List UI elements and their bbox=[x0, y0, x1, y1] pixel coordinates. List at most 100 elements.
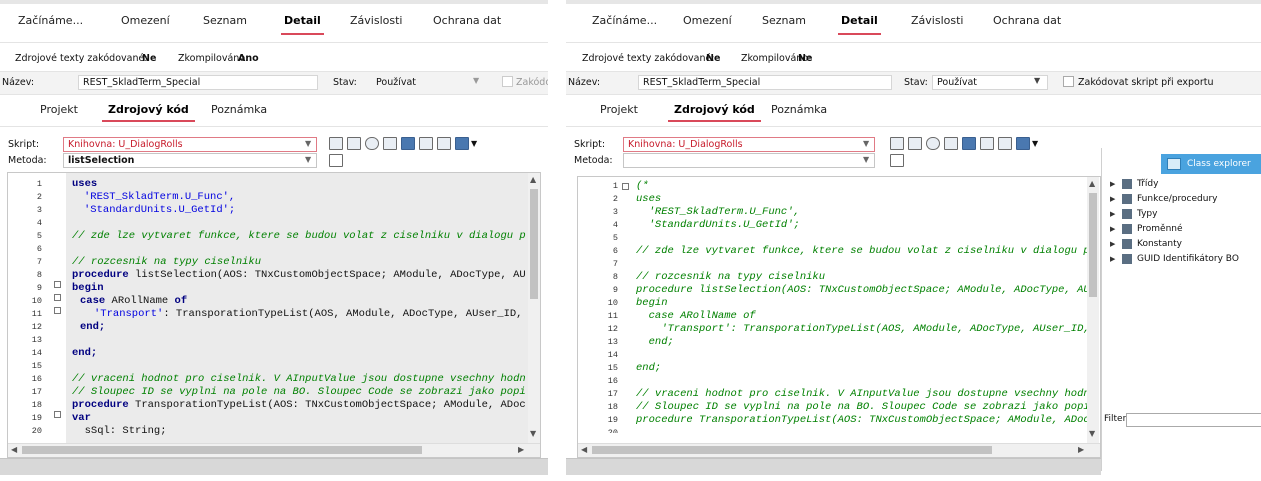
tab-seznam[interactable]: Seznam bbox=[203, 14, 247, 27]
chevron-down-icon[interactable]: ▼ bbox=[1032, 139, 1038, 148]
tab-omezeni[interactable]: Omezení bbox=[683, 14, 732, 27]
search-icon[interactable] bbox=[926, 137, 940, 150]
tab-zaciname[interactable]: Začínáme... bbox=[18, 14, 83, 27]
list-icon[interactable] bbox=[437, 137, 451, 150]
scroll-left-icon[interactable]: ◀ bbox=[581, 445, 587, 454]
scroll-left-icon[interactable]: ◀ bbox=[11, 445, 17, 454]
class-explorer-icon bbox=[1167, 158, 1181, 170]
expand-icon[interactable]: ▶ bbox=[1110, 180, 1115, 188]
expand-icon[interactable]: ▶ bbox=[1110, 240, 1115, 248]
fold-toggle-icon[interactable] bbox=[54, 281, 61, 288]
fold-toggle-icon[interactable] bbox=[54, 307, 61, 314]
new-method-icon[interactable] bbox=[329, 154, 343, 167]
replace-icon[interactable] bbox=[944, 137, 958, 150]
scroll-thumb[interactable] bbox=[1089, 193, 1097, 297]
tab-detail[interactable]: Detail bbox=[838, 14, 881, 35]
main-tabs: Začínáme... Omezení Seznam Detail Závisl… bbox=[0, 14, 548, 36]
code-line: // Sloupec ID se vyplni na pole na BO. S… bbox=[636, 401, 1087, 413]
method-select[interactable] bbox=[623, 153, 875, 168]
scroll-right-icon[interactable]: ▶ bbox=[518, 445, 524, 454]
subtab-poznamka[interactable]: Poznámka bbox=[771, 103, 827, 116]
scroll-thumb[interactable] bbox=[22, 446, 422, 454]
expand-icon[interactable]: ▶ bbox=[1110, 255, 1115, 263]
subtab-zdrojovy-kod[interactable]: Zdrojový kód bbox=[102, 103, 195, 122]
tab-zavislosti[interactable]: Závislosti bbox=[911, 14, 963, 27]
horizontal-scrollbar[interactable]: ◀ ▶ bbox=[8, 443, 540, 457]
gear-icon[interactable] bbox=[962, 137, 976, 150]
compile-icon[interactable] bbox=[329, 137, 343, 150]
code-editor[interactable]: 1 2 3 4 5 6 7 8 9 10 11 12 13 14 15 16 1… bbox=[577, 176, 1101, 458]
sub-tabs: Projekt Zdrojový kód Poznámka bbox=[0, 103, 548, 125]
fold-toggle-icon[interactable] bbox=[54, 294, 61, 301]
tab-zavislosti[interactable]: Závislosti bbox=[350, 14, 402, 27]
script-row: Skript: Knihovna: U_DialogRolls ▼ ▼ bbox=[0, 137, 548, 153]
save-icon[interactable] bbox=[455, 137, 469, 150]
scroll-down-icon[interactable]: ▼ bbox=[1089, 429, 1095, 438]
bottom-bar bbox=[566, 458, 1101, 475]
expand-icon[interactable]: ▶ bbox=[1110, 225, 1115, 233]
class-explorer-button[interactable]: Class explorer bbox=[1161, 154, 1261, 174]
replace-icon[interactable] bbox=[383, 137, 397, 150]
info-bar: Zdrojové texty zakódované: Ne Zkompilová… bbox=[566, 51, 1261, 69]
code-line: sSql: String; bbox=[72, 425, 167, 437]
filter-input[interactable] bbox=[1126, 413, 1261, 427]
vertical-scrollbar[interactable]: ▲ ▼ bbox=[528, 173, 540, 443]
scroll-thumb[interactable] bbox=[530, 189, 538, 299]
tree-item-label: Typy bbox=[1137, 209, 1158, 219]
tab-zaciname[interactable]: Začínáme... bbox=[592, 14, 657, 27]
encode-checkbox[interactable] bbox=[502, 76, 513, 87]
line-gutter: 1 2 3 4 5 6 7 8 9 10 11 12 13 14 15 16 1… bbox=[578, 177, 634, 457]
state-select[interactable]: Používat bbox=[932, 75, 1048, 90]
scroll-up-icon[interactable]: ▲ bbox=[530, 175, 536, 184]
document-icon[interactable] bbox=[419, 137, 433, 150]
compile-icon[interactable] bbox=[890, 137, 904, 150]
horizontal-scrollbar[interactable]: ◀ ▶ bbox=[578, 443, 1100, 457]
print-icon[interactable] bbox=[908, 137, 922, 150]
gear-icon[interactable] bbox=[401, 137, 415, 150]
save-icon[interactable] bbox=[1016, 137, 1030, 150]
fold-toggle-icon[interactable] bbox=[54, 411, 61, 418]
method-select[interactable]: listSelection bbox=[63, 153, 317, 168]
print-icon[interactable] bbox=[347, 137, 361, 150]
tab-ochrana-dat[interactable]: Ochrana dat bbox=[433, 14, 501, 27]
name-field[interactable]: REST_SkladTerm_Special bbox=[638, 75, 892, 90]
subtab-poznamka[interactable]: Poznámka bbox=[211, 103, 267, 116]
code-area[interactable]: (* uses 'REST_SkladTerm.U_Func', 'Standa… bbox=[634, 177, 1087, 433]
line-number: 4 bbox=[36, 218, 42, 228]
name-field[interactable]: REST_SkladTerm_Special bbox=[78, 75, 318, 90]
subtab-projekt[interactable]: Projekt bbox=[40, 103, 78, 116]
code-line: 'REST_SkladTerm.U_Func', bbox=[636, 206, 800, 218]
scroll-down-icon[interactable]: ▼ bbox=[530, 429, 536, 438]
expand-icon[interactable]: ▶ bbox=[1110, 195, 1115, 203]
subtab-zdrojovy-kod[interactable]: Zdrojový kód bbox=[668, 103, 761, 122]
tab-seznam[interactable]: Seznam bbox=[762, 14, 806, 27]
chevron-down-icon[interactable]: ▼ bbox=[471, 139, 477, 148]
expand-icon[interactable]: ▶ bbox=[1110, 210, 1115, 218]
search-icon[interactable] bbox=[365, 137, 379, 150]
state-select[interactable]: Používat bbox=[371, 75, 486, 90]
encode-checkbox[interactable] bbox=[1063, 76, 1074, 87]
scroll-right-icon[interactable]: ▶ bbox=[1078, 445, 1084, 454]
subtab-projekt[interactable]: Projekt bbox=[600, 103, 638, 116]
scroll-up-icon[interactable]: ▲ bbox=[1089, 179, 1095, 188]
scroll-thumb[interactable] bbox=[592, 446, 992, 454]
script-select[interactable]: Knihovna: U_DialogRolls bbox=[63, 137, 317, 152]
state-label: Stav: bbox=[333, 77, 357, 88]
code-area[interactable]: uses 'REST_SkladTerm.U_Func', 'StandardU… bbox=[66, 173, 528, 457]
class-explorer-panel: Class explorer ▶ Třídy ▶ Funkce/procedury … bbox=[1101, 148, 1261, 471]
tab-omezeni[interactable]: Omezení bbox=[121, 14, 170, 27]
folder-icon bbox=[1122, 239, 1132, 249]
bottom-bar bbox=[0, 458, 548, 475]
document-icon[interactable] bbox=[980, 137, 994, 150]
list-icon[interactable] bbox=[998, 137, 1012, 150]
chevron-down-icon: ▼ bbox=[863, 155, 870, 164]
tab-ochrana-dat[interactable]: Ochrana dat bbox=[993, 14, 1061, 27]
vertical-scrollbar[interactable]: ▲ ▼ bbox=[1087, 177, 1099, 443]
fold-toggle-icon[interactable] bbox=[622, 183, 629, 190]
folder-icon bbox=[1122, 194, 1132, 204]
code-editor[interactable]: 1 2 3 4 5 6 7 8 9 10 11 12 13 14 15 16 1… bbox=[7, 172, 541, 458]
tab-detail[interactable]: Detail bbox=[281, 14, 324, 35]
new-method-icon[interactable] bbox=[890, 154, 904, 167]
script-select[interactable]: Knihovna: U_DialogRolls bbox=[623, 137, 875, 152]
line-number: 20 bbox=[31, 426, 42, 436]
